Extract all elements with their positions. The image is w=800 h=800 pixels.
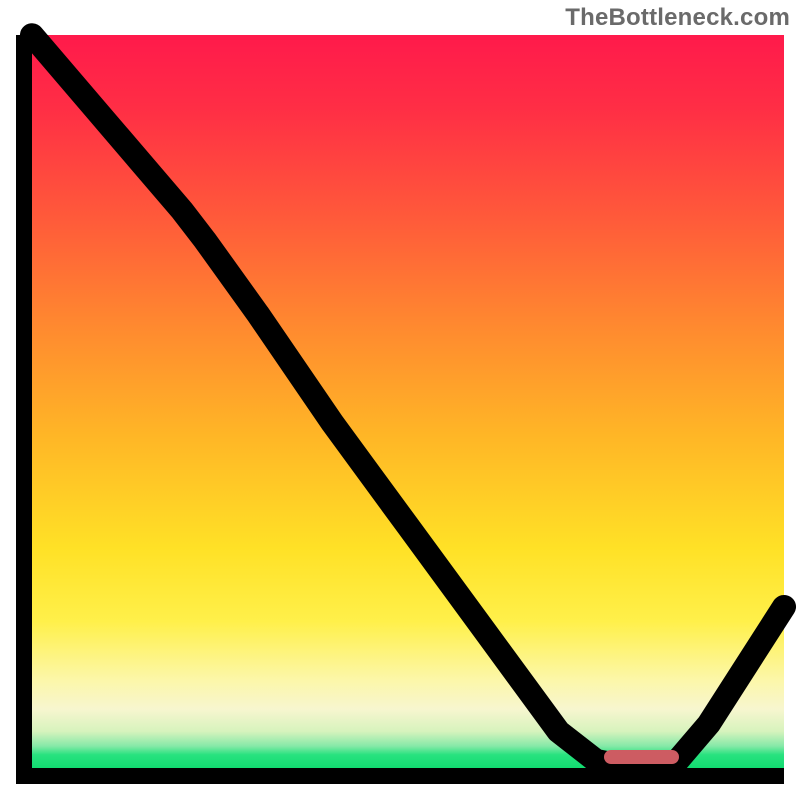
plot-gradient-background (32, 35, 784, 768)
chart-stage: TheBottleneck.com (0, 0, 800, 800)
bottleneck-curve (32, 35, 784, 768)
curve-svg (32, 35, 784, 768)
plot-frame (16, 35, 784, 784)
watermark-text: TheBottleneck.com (565, 4, 790, 32)
